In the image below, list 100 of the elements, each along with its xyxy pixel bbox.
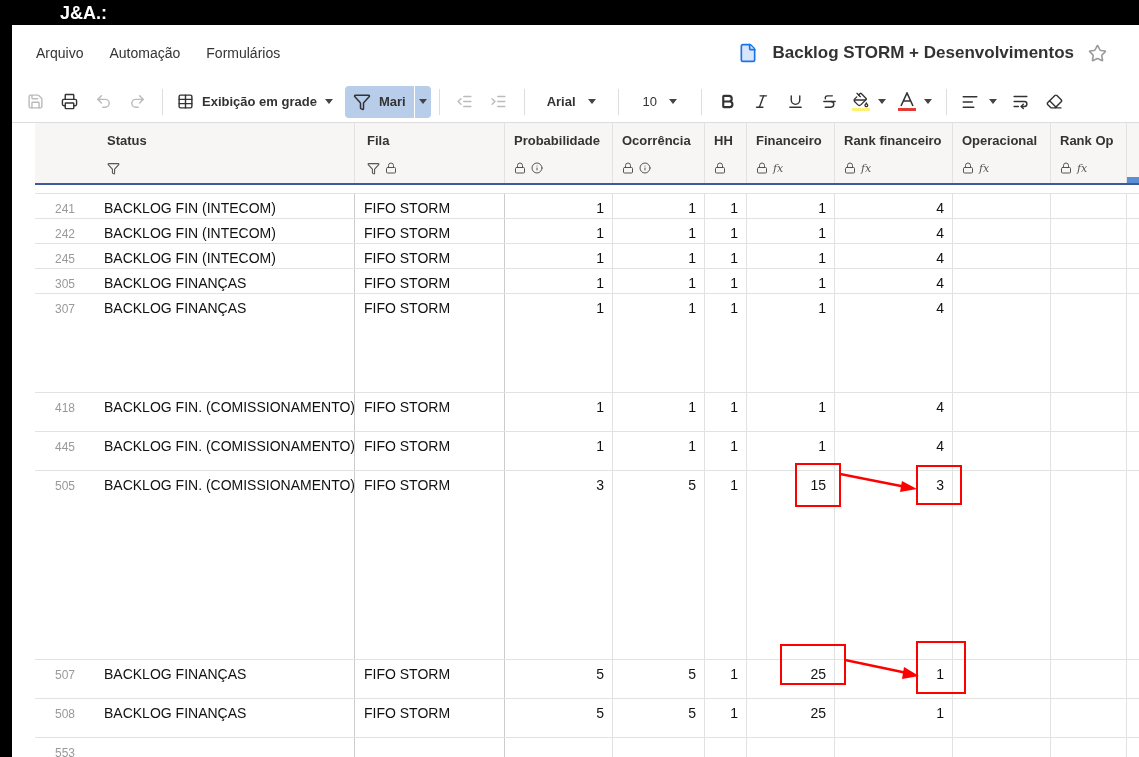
table-cell: 1 <box>730 399 738 415</box>
info-icon <box>531 162 543 174</box>
caret-icon[interactable] <box>878 99 886 104</box>
table-cell: 1 <box>596 225 604 241</box>
filter-icon[interactable] <box>107 161 120 175</box>
caret-icon[interactable] <box>669 99 677 104</box>
filter-control[interactable]: Mari <box>344 85 431 118</box>
table-cell: BACKLOG FIN (INTECOM) <box>104 250 276 266</box>
row-number: 445 <box>55 439 75 456</box>
table-cell: 1 <box>596 399 604 415</box>
table-cell: 1 <box>818 399 826 415</box>
table-cell: FIFO STORM <box>364 225 451 241</box>
table-cell: FIFO STORM <box>364 666 451 682</box>
table-cell: 15 <box>810 477 826 493</box>
table-cell: 1 <box>818 200 826 216</box>
table-cell: FIFO STORM <box>364 275 451 291</box>
caret-icon[interactable] <box>924 99 932 104</box>
row-number: 508 <box>55 706 75 723</box>
formula-icon: fx <box>861 162 872 174</box>
table-cell: 1 <box>730 250 738 266</box>
table-cell: 1 <box>688 225 696 241</box>
row-number: 307 <box>55 301 75 318</box>
lock-icon <box>844 162 856 174</box>
table-cell: 1 <box>688 250 696 266</box>
table-cell: 1 <box>818 438 826 454</box>
column-header[interactable]: Ocorrência <box>622 131 704 151</box>
table-cell: 1 <box>688 399 696 415</box>
row-number: 553 <box>55 745 75 757</box>
menu-item[interactable]: Automação <box>109 42 181 64</box>
caret-icon[interactable] <box>418 99 427 104</box>
row-number: 507 <box>55 667 75 684</box>
table-cell: BACKLOG FIN (INTECOM) <box>104 200 276 216</box>
row-number: 241 <box>55 201 75 218</box>
lock-icon <box>1060 162 1072 174</box>
selection-indicator <box>1127 177 1139 183</box>
table-cell: 1 <box>596 250 604 266</box>
view-dropdown[interactable]: Exibição em grade <box>171 86 339 117</box>
filter-icon <box>352 92 371 111</box>
star-icon[interactable] <box>1088 43 1107 63</box>
document-title: Backlog STORM + Desenvolvimentos <box>772 42 1074 65</box>
font-dropdown[interactable]: Arial <box>532 91 610 112</box>
logo-text: J&A.: <box>60 3 107 22</box>
table-cell: 25 <box>810 666 826 682</box>
column-header[interactable]: Rank financeiro <box>844 131 952 151</box>
table-cell: 1 <box>818 275 826 291</box>
filter-icon[interactable] <box>367 161 380 175</box>
redo-icon <box>128 93 146 110</box>
info-icon <box>639 162 651 174</box>
menu-item[interactable]: Formulários <box>206 42 281 64</box>
menu-item[interactable]: Arquivo <box>36 42 84 64</box>
column-header[interactable]: Operacional <box>962 131 1050 151</box>
table-cell: 4 <box>936 399 944 415</box>
text-color-icon <box>898 92 916 111</box>
column-header[interactable]: Financeiro <box>756 131 834 151</box>
table-cell: 1 <box>936 705 944 721</box>
column-header[interactable]: Rank Op <box>1060 131 1126 151</box>
table-cell: 1 <box>688 300 696 316</box>
table-cell: 1 <box>730 666 738 682</box>
lock-icon <box>514 162 526 174</box>
caret-icon[interactable] <box>587 99 596 104</box>
column-header[interactable]: Status <box>107 131 354 151</box>
formula-icon: fx <box>979 162 990 174</box>
row-number: 505 <box>55 478 75 495</box>
table-cell: 1 <box>688 438 696 454</box>
table-cell: 4 <box>936 438 944 454</box>
lock-icon <box>756 162 768 174</box>
column-header[interactable]: Fila <box>367 131 504 151</box>
table-cell: 1 <box>730 477 738 493</box>
table-cell: 1 <box>730 705 738 721</box>
save-icon <box>26 93 44 110</box>
lock-icon <box>714 162 726 174</box>
table-cell: BACKLOG FINANÇAS <box>104 275 247 291</box>
lock-icon <box>622 162 634 174</box>
table-cell: 1 <box>596 300 604 316</box>
row-number: 245 <box>55 251 75 268</box>
grid-icon <box>177 93 194 110</box>
formula-icon: fx <box>1077 162 1088 174</box>
highlight-box <box>916 641 966 694</box>
table-cell: 5 <box>688 705 696 721</box>
table-cell: 1 <box>730 300 738 316</box>
caret-icon[interactable] <box>989 99 997 104</box>
table-cell: 4 <box>936 300 944 316</box>
column-header[interactable]: HH <box>714 131 746 151</box>
row-number: 242 <box>55 226 75 243</box>
table-cell: 1 <box>818 225 826 241</box>
column-header[interactable]: Probabilidade <box>514 131 612 151</box>
table-cell: 1 <box>936 666 944 682</box>
table-cell: BACKLOG FINANÇAS <box>104 666 247 682</box>
table-cell: 5 <box>688 477 696 493</box>
table-cell: BACKLOG FIN (INTECOM) <box>104 225 276 241</box>
table-cell: FIFO STORM <box>364 399 451 415</box>
row-number: 418 <box>55 400 75 417</box>
table-cell: 1 <box>688 200 696 216</box>
caret-icon[interactable] <box>324 99 333 104</box>
table-cell: 5 <box>596 666 604 682</box>
table-cell: 1 <box>596 275 604 291</box>
table-cell: BACKLOG FIN. (COMISSIONAMENTO) <box>104 399 355 415</box>
table-cell: BACKLOG FINANÇAS <box>104 705 247 721</box>
font-size-dropdown[interactable]: 10 <box>626 91 693 112</box>
paint-bucket-icon <box>852 92 870 111</box>
